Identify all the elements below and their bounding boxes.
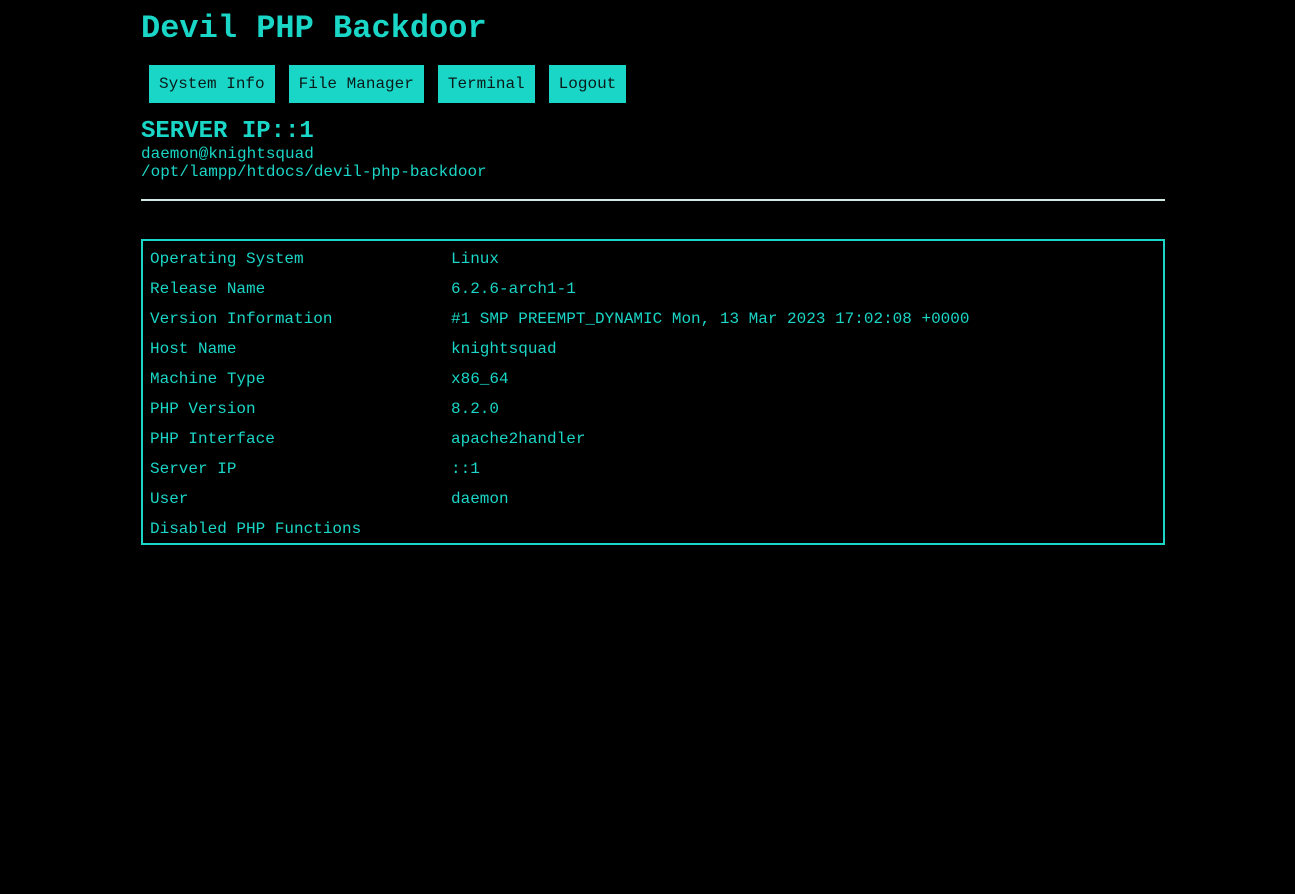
table-row: Machine Type x86_64: [143, 364, 1163, 394]
terminal-button[interactable]: Terminal: [437, 65, 535, 103]
row-value: 8.2.0: [451, 400, 500, 418]
row-value: apache2handler: [451, 430, 586, 448]
row-value: x86_64: [451, 370, 509, 388]
row-label: Version Information: [150, 310, 333, 328]
row-label: PHP Version: [150, 400, 256, 418]
table-row: Host Name knightsquad: [143, 334, 1163, 364]
row-label: PHP Interface: [150, 430, 275, 448]
row-value: Linux: [451, 250, 500, 268]
row-label: Machine Type: [150, 370, 266, 388]
table-row: User daemon: [143, 484, 1163, 514]
table-row: Server IP ::1: [143, 454, 1163, 484]
row-label: Server IP: [150, 460, 237, 478]
nav-bar: System Info File Manager Terminal Logout: [149, 65, 627, 103]
row-label: Disabled PHP Functions: [150, 520, 362, 538]
table-row: PHP Interface apache2handler: [143, 424, 1163, 454]
row-value: knightsquad: [451, 340, 557, 358]
divider: [141, 199, 1165, 201]
app-title: Devil PHP Backdoor: [141, 10, 487, 47]
table-row: Operating System Linux: [143, 244, 1163, 274]
row-label: Host Name: [150, 340, 237, 358]
row-label: Operating System: [150, 250, 304, 268]
current-directory-text: /opt/lampp/htdocs/devil-php-backdoor: [141, 163, 487, 181]
table-row: Disabled PHP Functions: [143, 514, 1163, 544]
row-value: #1 SMP PREEMPT_DYNAMIC Mon, 13 Mar 2023 …: [451, 310, 970, 328]
row-value: 6.2.6-arch1-1: [451, 280, 576, 298]
table-row: PHP Version 8.2.0: [143, 394, 1163, 424]
row-label: Release Name: [150, 280, 266, 298]
system-info-button[interactable]: System Info: [149, 65, 275, 103]
row-value: daemon: [451, 490, 509, 508]
row-value: ::1: [451, 460, 480, 478]
table-row: Release Name 6.2.6-arch1-1: [143, 274, 1163, 304]
row-label: User: [150, 490, 189, 508]
server-ip-heading: SERVER IP::1: [141, 118, 314, 145]
file-manager-button[interactable]: File Manager: [288, 65, 424, 103]
system-info-table: Operating System Linux Release Name 6.2.…: [141, 239, 1165, 545]
user-host-text: daemon@knightsquad: [141, 145, 314, 163]
logout-button[interactable]: Logout: [548, 65, 627, 103]
table-row: Version Information #1 SMP PREEMPT_DYNAM…: [143, 304, 1163, 334]
